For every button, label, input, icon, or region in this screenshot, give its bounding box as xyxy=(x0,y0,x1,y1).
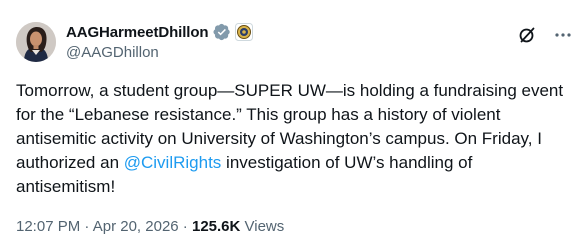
tweet-actions-top xyxy=(518,26,572,44)
verified-badge-icon[interactable] xyxy=(212,23,231,41)
meta-separator: · xyxy=(178,218,192,235)
meta-separator: · xyxy=(80,218,93,235)
author-handle[interactable]: @AAGDhillon xyxy=(66,44,159,61)
tweet-meta: 12:07 PM · Apr 20, 2026 · 125.6K Views xyxy=(16,218,284,235)
tweet-card: AAGHarmeetDhillon @AAGDhillon Tomorrow, … xyxy=(0,0,588,241)
more-icon[interactable] xyxy=(554,26,572,44)
views-count: 125.6K xyxy=(191,218,241,235)
author-name-row: AAGHarmeetDhillon xyxy=(66,22,253,42)
grok-icon[interactable] xyxy=(518,26,536,44)
mention-link[interactable]: @CivilRights xyxy=(124,153,222,172)
display-name[interactable]: AAGHarmeetDhillon xyxy=(66,24,209,41)
avatar[interactable] xyxy=(16,22,56,62)
government-seal-icon[interactable] xyxy=(234,23,253,41)
tweet-time[interactable]: 12:07 PM xyxy=(16,218,80,235)
tweet-date[interactable]: Apr 20, 2026 xyxy=(93,218,179,235)
views-label: Views xyxy=(240,218,285,235)
tweet-text: Tomorrow, a student group—SUPER UW—is ho… xyxy=(16,79,572,199)
